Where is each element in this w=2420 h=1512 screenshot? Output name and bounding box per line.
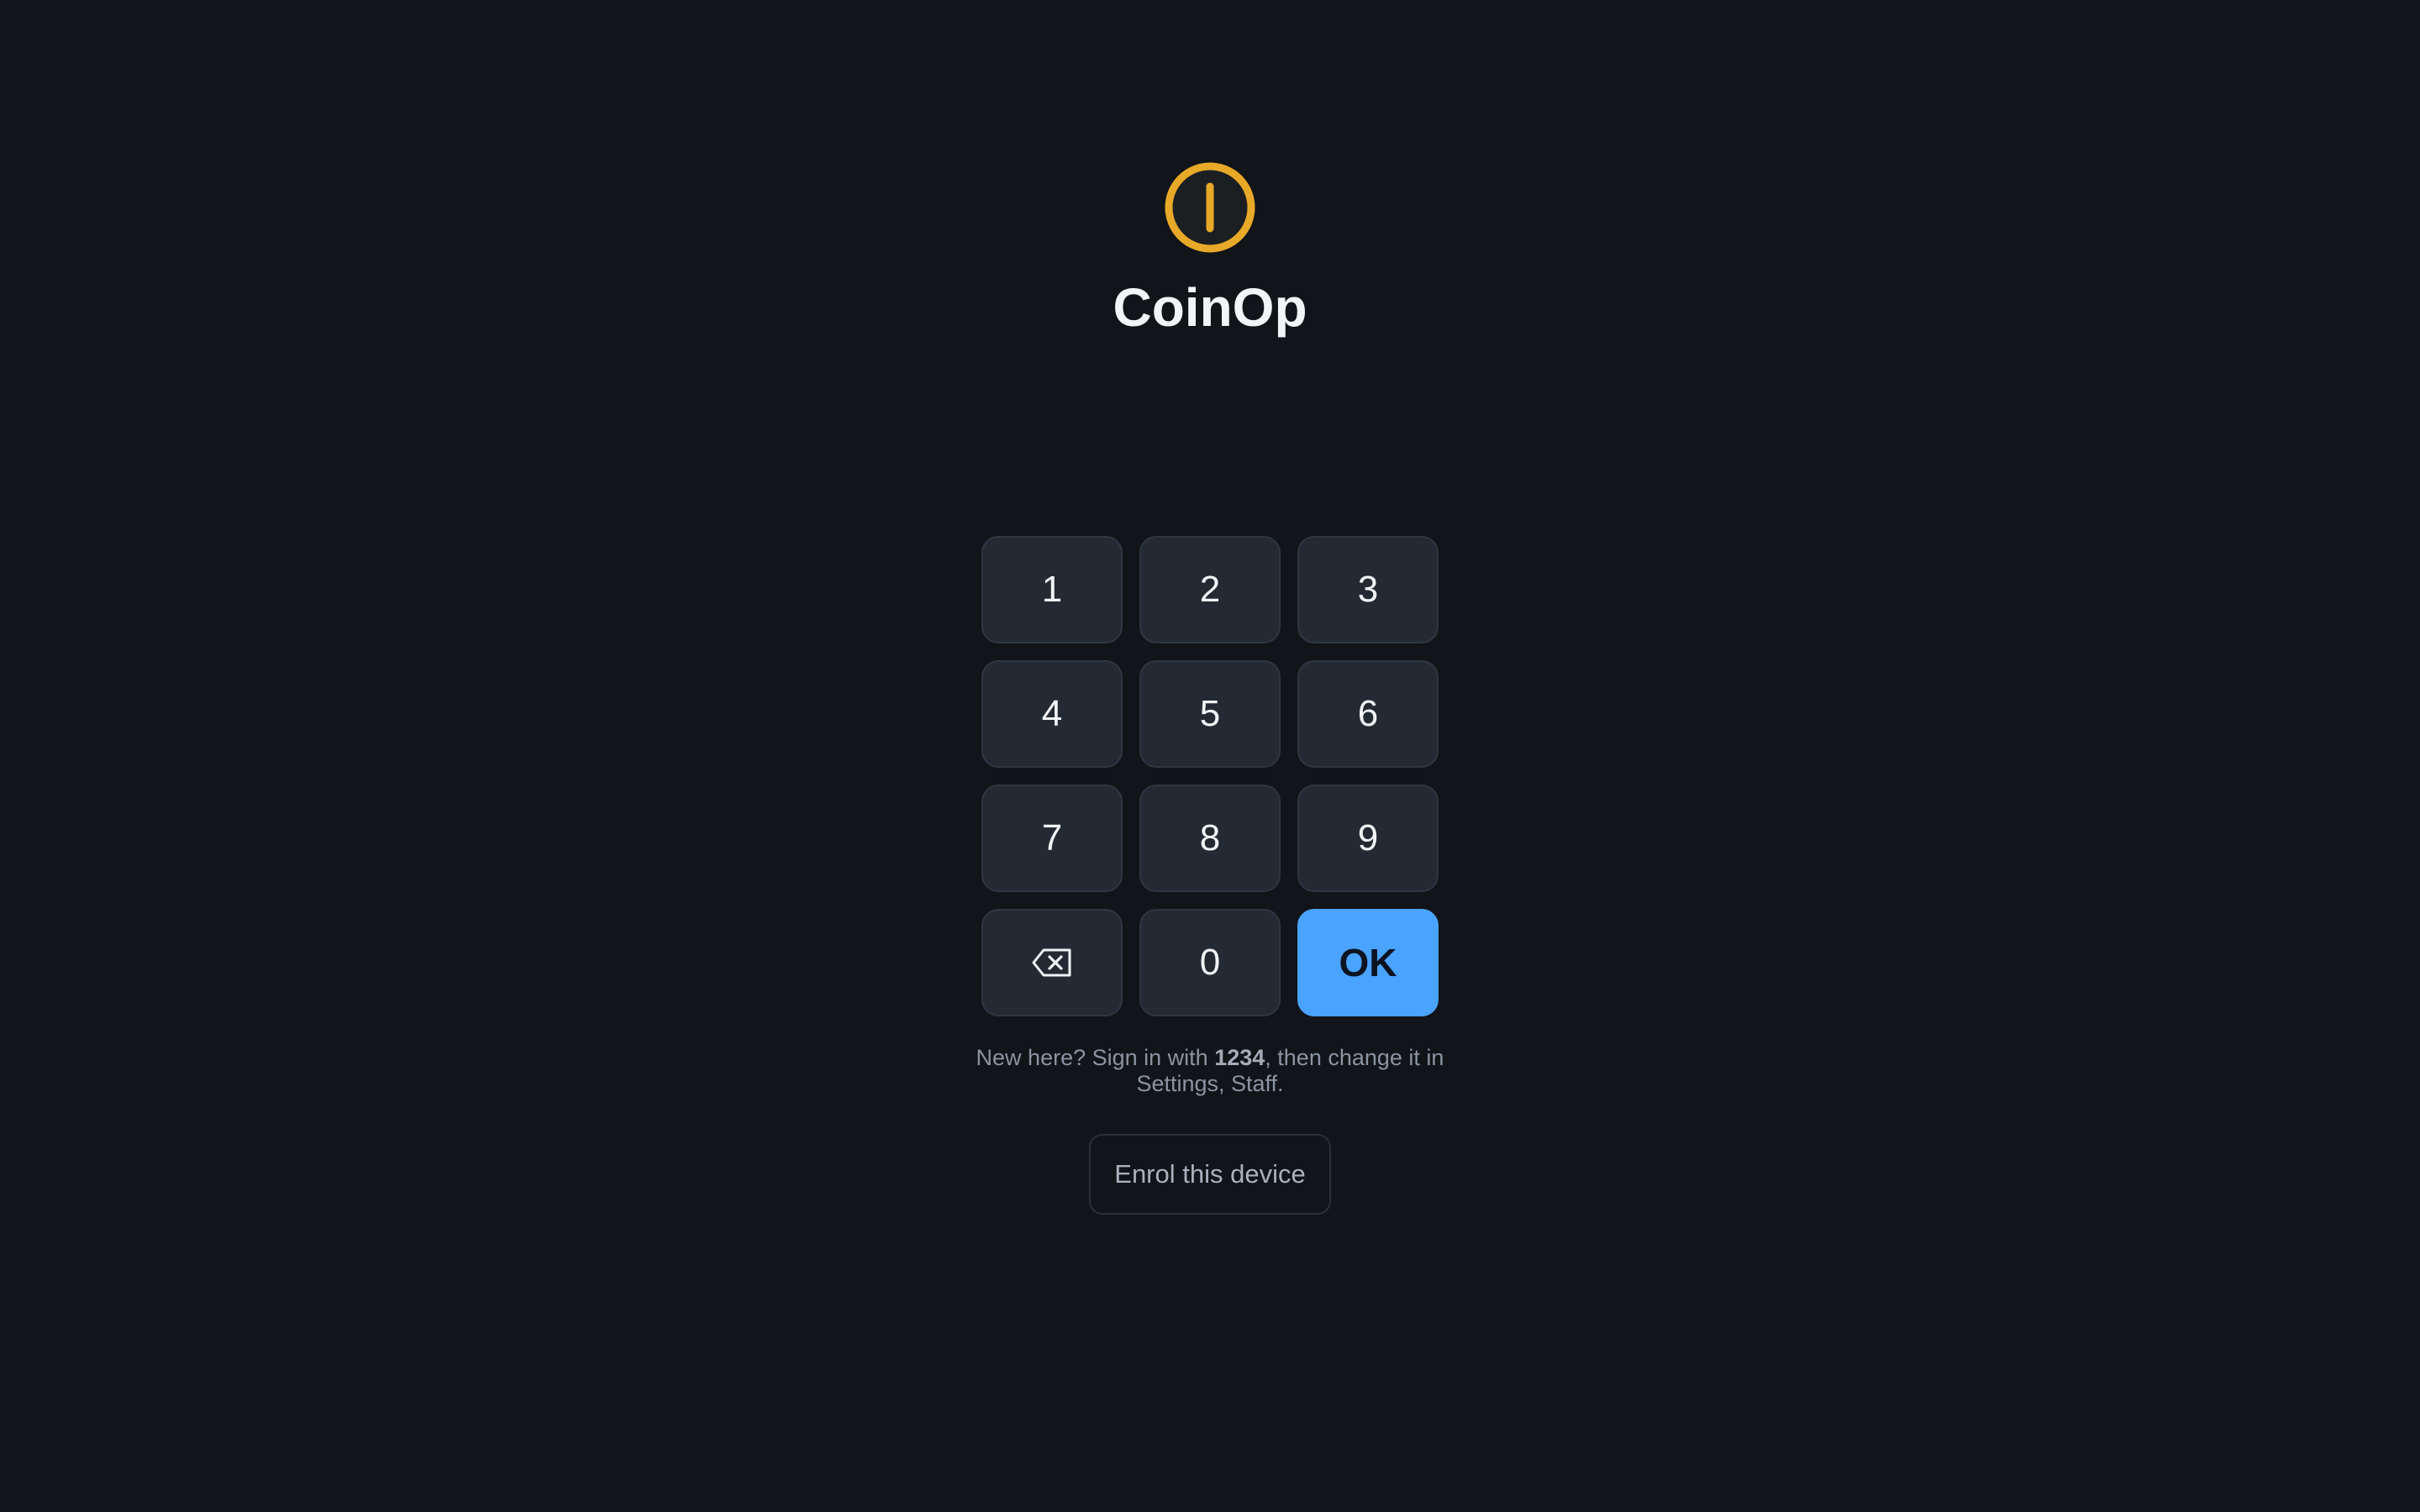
backspace-icon [1032, 948, 1071, 977]
key-5[interactable]: 5 [1139, 660, 1281, 768]
key-3[interactable]: 3 [1297, 536, 1439, 643]
app-title: CoinOp [1113, 277, 1307, 338]
key-2[interactable]: 2 [1139, 536, 1281, 643]
backspace-button[interactable] [981, 909, 1123, 1016]
signin-hint: New here? Sign in with 1234, then change… [958, 1045, 1462, 1097]
key-7[interactable]: 7 [981, 785, 1123, 892]
default-pin: 1234 [1214, 1045, 1265, 1070]
key-6[interactable]: 6 [1297, 660, 1439, 768]
key-9[interactable]: 9 [1297, 785, 1439, 892]
hint-prefix: New here? Sign in with [976, 1045, 1215, 1070]
key-0[interactable]: 0 [1139, 909, 1281, 1016]
enrol-device-button[interactable]: Enrol this device [1089, 1134, 1331, 1215]
brand-header: CoinOp [0, 161, 2420, 339]
pin-keypad: 1 2 3 4 5 6 7 8 9 0 OK [981, 536, 1439, 1016]
power-coin-icon [1165, 162, 1255, 253]
key-8[interactable]: 8 [1139, 785, 1281, 892]
key-1[interactable]: 1 [981, 536, 1123, 643]
ok-button[interactable]: OK [1297, 909, 1439, 1016]
key-4[interactable]: 4 [981, 660, 1123, 768]
